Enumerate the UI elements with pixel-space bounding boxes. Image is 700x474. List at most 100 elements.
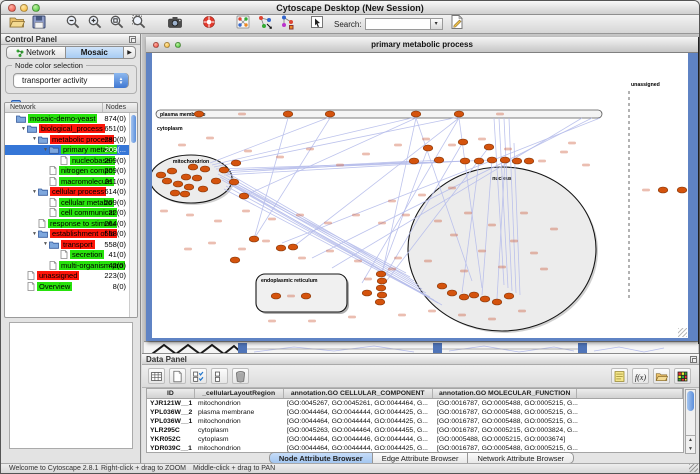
network-node[interactable] (188, 164, 198, 170)
expand-triangle-icon[interactable]: ▼ (31, 231, 38, 237)
network-node[interactable] (180, 191, 190, 197)
zoom-selected-icon[interactable] (130, 13, 147, 30)
table-cell[interactable]: [GO:0045263, GO:0044464, GO:0044455, G..… (284, 426, 434, 435)
vizmapper-edit-icon[interactable] (278, 13, 295, 30)
network-canvas[interactable]: plasma membranecytoplasmmitochondrionnuc… (152, 53, 688, 338)
tree-row[interactable]: unassigned223(0) (5, 271, 129, 282)
net-close-button[interactable] (153, 42, 159, 48)
network-node[interactable] (474, 158, 484, 164)
network-node[interactable] (447, 290, 457, 296)
tree-row[interactable]: secretion41(0) (5, 250, 129, 261)
network-node[interactable] (229, 179, 239, 185)
network-node[interactable] (271, 293, 281, 299)
table-cell[interactable]: [GO:0016787, GO:0005488, GO:0005215, G..… (434, 399, 579, 408)
table-cell[interactable]: cytoplasm (195, 426, 284, 435)
network-node[interactable] (219, 167, 229, 173)
network-node[interactable] (484, 144, 494, 150)
network-node[interactable] (239, 193, 249, 199)
network-node[interactable] (504, 293, 514, 299)
layout-icon[interactable] (234, 13, 251, 30)
attribute-matrix-icon[interactable] (674, 368, 691, 384)
background-windows[interactable] (144, 341, 698, 353)
tree-row[interactable]: ▼primary metabo209(... (5, 145, 129, 156)
table-cell[interactable]: [GO:0044464, GO:0044446, GO:0044444, G..… (284, 435, 434, 444)
search-dropdown-button[interactable] (431, 18, 443, 30)
expand-triangle-icon[interactable]: ▼ (42, 241, 49, 247)
zoom-in-icon[interactable] (86, 13, 103, 30)
save-icon[interactable] (30, 13, 47, 30)
open-file-icon[interactable] (8, 13, 25, 30)
table-cell[interactable]: [GO:0016787, GO:0005488, GO:0005215, G..… (434, 417, 579, 426)
network-node[interactable] (458, 139, 468, 145)
table-cell[interactable]: [GO:0005488, GO:0005215, GO:0003674] (434, 435, 579, 444)
network-node[interactable] (487, 157, 497, 163)
tab-overflow-button[interactable]: ▶ (123, 46, 136, 59)
zoom-out-icon[interactable] (64, 13, 81, 30)
tree-row[interactable]: ▼metabolic process280(0) (5, 134, 129, 145)
tree-row[interactable]: Overview8(0) (5, 281, 129, 292)
table-row[interactable]: YLR295Ccytoplasm[GO:0045263, GO:0044464,… (147, 426, 683, 435)
column-header-empty[interactable] (577, 389, 683, 398)
import-attributes-icon[interactable] (653, 368, 670, 384)
minimize-button[interactable] (20, 4, 28, 12)
network-node[interactable] (375, 299, 385, 305)
tree-scrollbar[interactable] (129, 113, 137, 317)
column-header[interactable]: ID (147, 389, 195, 398)
net-zoom-button[interactable] (175, 42, 181, 48)
network-node[interactable] (173, 181, 183, 187)
zoom-fit-icon[interactable] (108, 13, 125, 30)
table-cell[interactable]: YLR295C (147, 426, 195, 435)
table-row[interactable]: YPL036W__1mitochondrion[GO:0044464, GO:0… (147, 417, 683, 426)
table-cell[interactable]: YPL036W__1 (147, 417, 195, 426)
network-node[interactable] (184, 184, 194, 190)
network-node[interactable] (167, 168, 177, 174)
network-node[interactable] (492, 299, 502, 305)
tree-row[interactable]: ▼transport558(0) (5, 239, 129, 250)
column-header[interactable]: annotation.GO MOLECULAR_FUNCTION (433, 389, 577, 398)
network-node[interactable] (194, 111, 204, 117)
table-cell[interactable]: [GO:0016787, GO:0005215, GO:0003824, G..… (434, 426, 579, 435)
network-node[interactable] (283, 111, 293, 117)
network-node[interactable] (454, 111, 464, 117)
column-header[interactable]: _cellularLayoutRegion (195, 389, 284, 398)
network-node[interactable] (459, 294, 469, 300)
network-node[interactable] (480, 296, 490, 302)
network-node[interactable] (211, 178, 221, 184)
table-cell[interactable]: YPL036W__2 (147, 408, 195, 417)
network-node[interactable] (181, 174, 191, 180)
network-node[interactable] (288, 244, 298, 250)
print-table-icon[interactable] (148, 368, 165, 384)
search-config-icon[interactable] (449, 13, 466, 30)
network-node[interactable] (376, 285, 386, 291)
network-node[interactable] (512, 158, 522, 164)
net-minimize-button[interactable] (164, 42, 170, 48)
network-node[interactable] (170, 190, 180, 196)
zoom-window-button[interactable] (32, 4, 40, 12)
table-cell[interactable]: mitochondrion (195, 399, 284, 408)
table-cell[interactable]: YJR121W__1 (147, 399, 195, 408)
tab-mosaic[interactable]: Mosaic (65, 46, 124, 59)
tree-row[interactable]: ▼establishment of lo558(0) (5, 229, 129, 240)
unselect-attributes-icon[interactable] (211, 368, 228, 384)
select-attributes-icon[interactable] (190, 368, 207, 384)
network-node[interactable] (377, 292, 387, 298)
formula-builder-icon[interactable]: f(x) (632, 368, 649, 384)
expand-triangle-icon[interactable]: ▼ (20, 126, 27, 132)
float-data-panel-icon[interactable] (690, 356, 697, 363)
network-node[interactable] (230, 257, 240, 263)
new-attribute-icon[interactable] (169, 368, 186, 384)
table-cell[interactable]: plasma membrane (195, 408, 284, 417)
tree-row[interactable]: nitrogen compo209(0) (5, 166, 129, 177)
birds-eye-view[interactable] (9, 322, 133, 449)
network-node[interactable] (377, 278, 387, 284)
table-row[interactable]: YKR052Ccytoplasm[GO:0044464, GO:0044446,… (147, 435, 683, 444)
close-button[interactable] (8, 4, 16, 12)
network-node[interactable] (276, 245, 286, 251)
network-node[interactable] (249, 236, 259, 242)
network-node[interactable] (524, 158, 534, 164)
float-panel-icon[interactable] (129, 36, 136, 43)
network-node[interactable] (409, 158, 419, 164)
expand-triangle-icon[interactable]: ▼ (31, 136, 38, 142)
network-node[interactable] (200, 166, 210, 172)
tree-row[interactable]: macromolecule311(0) (5, 176, 129, 187)
